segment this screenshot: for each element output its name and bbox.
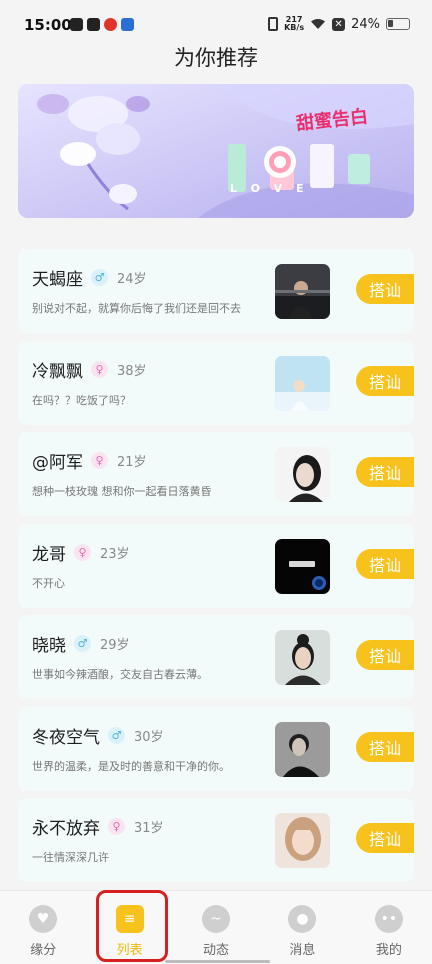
avatar[interactable] bbox=[275, 813, 330, 868]
female-icon: ♀ bbox=[74, 543, 91, 561]
user-info: 龙哥 ♀ 23岁 bbox=[32, 540, 130, 565]
page-title: 为你推荐 bbox=[174, 46, 258, 70]
user-name: 冬夜空气 bbox=[32, 727, 100, 748]
avatar-image bbox=[275, 355, 330, 411]
user-card[interactable]: 冬夜空气 ♂ 30岁 世界的温柔，是及时的善意和干净的你。 搭讪 bbox=[18, 706, 414, 791]
user-age: 31岁 bbox=[134, 821, 164, 836]
avatar-image bbox=[275, 538, 330, 594]
weibo-icon bbox=[104, 18, 117, 31]
male-icon: ♂ bbox=[91, 269, 108, 286]
avatar[interactable] bbox=[275, 630, 330, 685]
app-icon bbox=[87, 18, 100, 31]
user-info: 晓晓 ♂ 29岁 bbox=[32, 631, 130, 656]
user-card[interactable]: 龙哥 ♀ 23岁 不开心 搭讪 bbox=[18, 523, 414, 608]
user-name: @阿军 bbox=[32, 453, 83, 473]
user-age: 29岁 bbox=[100, 638, 130, 653]
avatar-image bbox=[275, 264, 330, 319]
home-indicator bbox=[165, 960, 270, 963]
female-icon: ♀ bbox=[108, 818, 125, 835]
profile-icon: •• bbox=[374, 905, 403, 933]
chat-up-button[interactable]: 搭讪 bbox=[356, 457, 414, 487]
heart-icon: ♥ bbox=[29, 905, 58, 933]
user-info: 冷飘飘 ♀ 38岁 bbox=[32, 357, 147, 382]
net-speed: 217 KB/s bbox=[284, 16, 304, 32]
user-age: 21岁 bbox=[117, 455, 147, 470]
bottom-tab-bar: ♥ 缘分 ≡ 列表 ~ 动态 ● 消息 •• 我的 bbox=[0, 890, 432, 964]
tab-list[interactable]: ≡ 列表 bbox=[86, 891, 172, 964]
user-signature: 别说对不起，就算你后悔了我们还是回不去 bbox=[32, 302, 241, 315]
tab-label: 我的 bbox=[375, 943, 402, 958]
user-age: 38岁 bbox=[117, 363, 147, 379]
avatar-image bbox=[275, 813, 330, 868]
net-speed-unit: KB/s bbox=[284, 23, 305, 32]
user-card[interactable]: 天蝎座 ♂ 24岁 别说对不起，就算你后悔了我们还是回不去 搭讪 bbox=[18, 249, 414, 333]
user-card[interactable]: 永不放弃 ♀ 31岁 一往情深深几许 搭讪 bbox=[18, 798, 414, 882]
tab-label: 消息 bbox=[289, 943, 316, 958]
user-info: 永不放弃 ♀ 31岁 bbox=[32, 814, 164, 839]
list-icon: ≡ bbox=[115, 905, 144, 933]
moments-icon: ~ bbox=[202, 905, 231, 933]
avatar[interactable] bbox=[275, 264, 330, 319]
user-signature: 不开心 bbox=[32, 576, 65, 590]
user-card[interactable]: 冷飘飘 ♀ 38岁 在吗？？吃饭了吗？ 搭讪 bbox=[18, 340, 414, 425]
user-list: 天蝎座 ♂ 24岁 别说对不起，就算你后悔了我们还是回不去 搭讪 冷飘飘 ♀ 3… bbox=[18, 249, 414, 890]
chat-up-button[interactable]: 搭讪 bbox=[356, 274, 414, 304]
female-icon: ♀ bbox=[91, 452, 108, 469]
male-icon: ♂ bbox=[108, 726, 125, 744]
avatar[interactable] bbox=[275, 721, 330, 777]
avatar-image bbox=[275, 630, 330, 685]
user-age: 23岁 bbox=[100, 546, 130, 562]
wifi-icon bbox=[311, 19, 326, 29]
status-time: 15:00 bbox=[24, 16, 72, 34]
avatar-image bbox=[275, 721, 330, 777]
tab-messages[interactable]: ● 消息 bbox=[259, 891, 345, 964]
avatar[interactable] bbox=[275, 447, 330, 502]
user-info: @阿军 ♀ 21岁 bbox=[32, 448, 147, 473]
user-name: 龙哥 bbox=[32, 544, 66, 565]
promo-banner[interactable]: 甜蜜告白 LOVE bbox=[18, 84, 414, 218]
banner-letters: LOVE bbox=[230, 182, 318, 195]
chat-up-button[interactable]: 搭讪 bbox=[356, 365, 414, 396]
male-icon: ♂ bbox=[74, 635, 91, 652]
tab-fate[interactable]: ♥ 缘分 bbox=[0, 891, 86, 964]
tiktok-icon bbox=[70, 18, 83, 31]
user-signature: 一往情深深几许 bbox=[32, 851, 109, 864]
chat-up-button[interactable]: 搭讪 bbox=[356, 823, 414, 853]
status-bar: 15:00 217 KB/s ✕ 24% bbox=[0, 0, 432, 48]
user-name: 晓晓 bbox=[32, 636, 66, 656]
user-card[interactable]: @阿军 ♀ 21岁 想种一枝玫瑰 想和你一起看日落黄昏 搭讪 bbox=[18, 432, 414, 516]
chat-up-button[interactable]: 搭讪 bbox=[356, 548, 414, 579]
battery-percent: 24% bbox=[351, 16, 380, 32]
user-info: 冬夜空气 ♂ 30岁 bbox=[32, 723, 164, 748]
user-signature: 世界的温柔，是及时的善意和干净的你。 bbox=[32, 759, 230, 773]
user-name: 冷飘飘 bbox=[32, 361, 83, 382]
chat-up-button[interactable]: 搭讪 bbox=[356, 640, 414, 670]
tab-label: 动态 bbox=[203, 943, 230, 958]
female-icon: ♀ bbox=[91, 360, 108, 378]
app-icon bbox=[121, 18, 134, 31]
user-signature: 世事如今辣酒酿，交友自古春云薄。 bbox=[32, 668, 208, 681]
battery-icon bbox=[386, 18, 410, 30]
user-name: 天蝎座 bbox=[32, 270, 83, 290]
user-info: 天蝎座 ♂ 24岁 bbox=[32, 265, 147, 290]
avatar-image bbox=[275, 447, 330, 502]
vibrate-icon bbox=[268, 17, 279, 31]
user-age: 30岁 bbox=[134, 729, 164, 745]
avatar[interactable] bbox=[275, 355, 330, 411]
tab-profile[interactable]: •• 我的 bbox=[346, 891, 432, 964]
no-sim-icon: ✕ bbox=[332, 17, 346, 31]
tab-label: 列表 bbox=[116, 943, 143, 958]
user-card[interactable]: 晓晓 ♂ 29岁 世事如今辣酒酿，交友自古春云薄。 搭讪 bbox=[18, 615, 414, 699]
bell-icon: ● bbox=[288, 905, 317, 933]
user-age: 24岁 bbox=[117, 272, 147, 287]
user-signature: 在吗？？吃饭了吗？ bbox=[32, 393, 131, 407]
notification-icons bbox=[70, 18, 134, 31]
user-name: 永不放弃 bbox=[32, 819, 100, 839]
avatar[interactable] bbox=[275, 538, 330, 594]
user-signature: 想种一枝玫瑰 想和你一起看日落黄昏 bbox=[32, 485, 212, 498]
status-indicators: 217 KB/s ✕ 24% bbox=[268, 16, 410, 32]
tab-moments[interactable]: ~ 动态 bbox=[173, 891, 259, 964]
chat-up-button[interactable]: 搭讪 bbox=[356, 731, 414, 762]
tab-label: 缘分 bbox=[30, 943, 57, 958]
